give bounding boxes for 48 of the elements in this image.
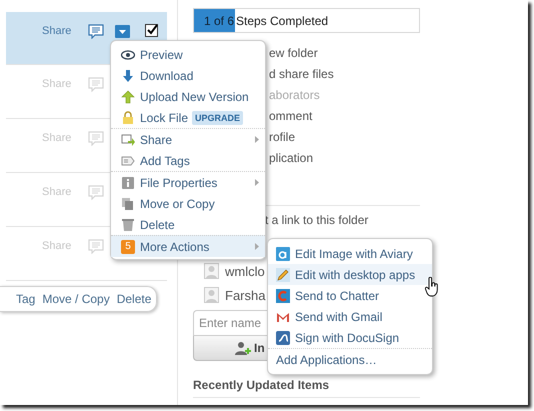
progress-label: Steps Completed	[236, 14, 328, 28]
copy-icon	[121, 196, 135, 210]
menu-item[interactable]: Edit with desktop apps	[268, 264, 432, 285]
chatter-icon	[276, 288, 290, 302]
menu-item[interactable]: Share	[111, 128, 265, 150]
add-user-icon	[234, 341, 252, 355]
tag-icon	[121, 154, 135, 168]
info-icon	[121, 176, 135, 190]
step-item[interactable]: rofile	[269, 127, 528, 148]
share-icon	[121, 132, 135, 146]
section-heading: Recently Updated Items	[193, 377, 420, 398]
name-input-field[interactable]: Enter name	[193, 310, 267, 336]
submenu-arrow-icon	[255, 179, 259, 186]
collaborator-name[interactable]: Farsha	[225, 288, 266, 302]
step-item[interactable]: ew folder	[269, 43, 528, 64]
dropdown-button[interactable]	[115, 25, 130, 38]
submenu-arrow-icon	[255, 243, 259, 250]
avatar-icon	[204, 287, 219, 303]
pencil-icon	[276, 268, 290, 282]
progress-count: 1 of 6	[204, 14, 234, 28]
docusign-icon	[276, 330, 290, 344]
trash-icon	[121, 218, 135, 232]
upgrade-badge[interactable]: UPGRADE	[192, 110, 244, 124]
aviary-icon	[276, 246, 290, 260]
menu-item[interactable]: Add Applications…	[268, 348, 432, 370]
menu-item[interactable]: Sign with DocuSign	[268, 327, 432, 348]
share-link[interactable]: Share	[42, 24, 88, 38]
menu-item[interactable]: Edit Image with Aviary	[268, 243, 432, 264]
menu-item[interactable]: 5 More Actions	[111, 235, 265, 257]
eye-icon	[121, 48, 135, 62]
count-icon: 5	[121, 240, 135, 254]
action-link[interactable]: Delete	[116, 292, 152, 306]
download-icon	[121, 68, 135, 82]
submenu-arrow-icon	[255, 136, 259, 143]
lock-icon	[121, 110, 135, 124]
comment-icon[interactable]	[88, 24, 104, 39]
invite-button[interactable]: In	[193, 336, 267, 361]
step-item[interactable]: d share files	[269, 64, 528, 85]
action-link[interactable]: Move / Copy	[42, 292, 110, 306]
avatar-icon	[204, 263, 219, 279]
collaborator-name[interactable]: wmlclo	[225, 264, 265, 278]
step-item[interactable]: omment	[269, 106, 528, 127]
checkbox[interactable]	[145, 24, 158, 37]
menu-item[interactable]: Send with Gmail	[268, 306, 432, 327]
action-link[interactable]: Tag	[16, 292, 36, 306]
upload-icon	[121, 90, 135, 104]
menu-item[interactable]: File Properties	[111, 171, 265, 193]
step-item[interactable]: plication	[269, 148, 528, 169]
